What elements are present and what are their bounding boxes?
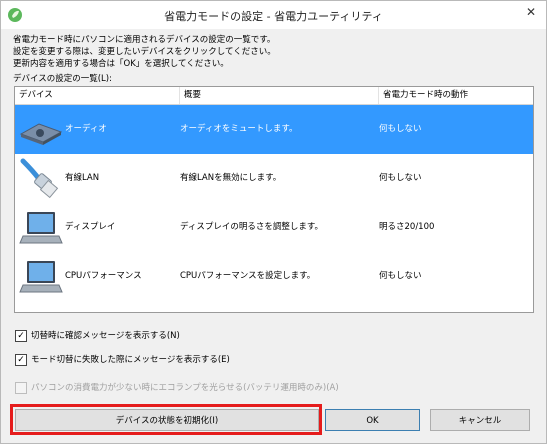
- dialog-window: 省電力モードの設定 - 省電力ユーティリティ ✕ 省電力モード時にパソコンに適用…: [0, 0, 547, 444]
- list-row-audio[interactable]: オーディオ オーディオをミュートします。 何もしない: [15, 105, 533, 154]
- ok-button[interactable]: OK: [325, 409, 420, 431]
- cancel-button[interactable]: キャンセル: [430, 409, 530, 431]
- eco-lamp-label: パソコンの消費電力が少ない時にエコランプを光らせる(バッテリ運用時のみ)(A): [31, 383, 339, 393]
- checkmark-icon[interactable]: ✓: [15, 329, 27, 342]
- eco-lamp-checkbox: パソコンの消費電力が少ない時にエコランプを光らせる(バッテリ運用時のみ)(A): [15, 381, 339, 395]
- fail-message-label: モード切替に失敗した際にメッセージを表示する(E): [31, 355, 230, 365]
- device-list[interactable]: デバイス 概要 省電力モード時の動作 オーディオ オーディオをミュートします。 …: [14, 86, 534, 313]
- window-title: 省電力モードの設定 - 省電力ユーティリティ: [164, 10, 383, 23]
- device-action: 何もしない: [379, 173, 422, 183]
- device-name: 有線LAN: [65, 173, 100, 183]
- description-text: 省電力モード時にパソコンに適用されるデバイスの設定の一覧です。 設定を変更する際…: [13, 34, 276, 70]
- column-header-action[interactable]: 省電力モード時の動作: [379, 87, 533, 104]
- list-header: デバイス 概要 省電力モード時の動作: [15, 87, 533, 105]
- laptop-cpu-icon: [19, 255, 63, 299]
- device-name: CPUパフォーマンス: [65, 271, 142, 281]
- laptop-icon: [19, 206, 63, 250]
- device-action: 何もしない: [379, 124, 422, 134]
- column-header-device[interactable]: デバイス: [15, 87, 180, 104]
- list-row-cpu[interactable]: CPUパフォーマンス CPUパフォーマンスを設定します。 何もしない: [15, 252, 533, 301]
- description-line: 設定を変更する際は、変更したいデバイスをクリックしてください。: [13, 47, 276, 57]
- fail-message-checkbox[interactable]: ✓ モード切替に失敗した際にメッセージを表示する(E): [15, 353, 230, 367]
- close-button[interactable]: ✕: [522, 3, 540, 21]
- device-list-label: デバイスの設定の一覧(L):: [13, 74, 112, 84]
- column-header-summary[interactable]: 概要: [180, 87, 379, 104]
- checkmark-icon[interactable]: ✓: [15, 353, 27, 366]
- device-action: 明るさ20/100: [379, 222, 435, 232]
- speaker-icon: [19, 108, 63, 152]
- title-bar: 省電力モードの設定 - 省電力ユーティリティ ✕: [1, 1, 546, 29]
- device-summary: ディスプレイの明るさを調整します。: [180, 222, 324, 232]
- device-name: ディスプレイ: [65, 222, 116, 232]
- description-line: 更新内容を適用する場合は「OK」を選択してください。: [13, 59, 229, 69]
- confirm-switch-label: 切替時に確認メッセージを表示する(N): [31, 331, 180, 341]
- device-name: オーディオ: [65, 124, 107, 134]
- list-row-lan[interactable]: 有線LAN 有線LANを無効にします。 何もしない: [15, 154, 533, 203]
- device-summary: CPUパフォーマンスを設定します。: [180, 271, 316, 281]
- device-summary: 有線LANを無効にします。: [180, 173, 282, 183]
- description-line: 省電力モード時にパソコンに適用されるデバイスの設定の一覧です。: [13, 35, 276, 45]
- device-action: 何もしない: [379, 271, 422, 281]
- confirm-switch-checkbox[interactable]: ✓ 切替時に確認メッセージを表示する(N): [15, 329, 180, 343]
- unchecked-box-icon: [15, 381, 27, 394]
- device-summary: オーディオをミュートします。: [180, 124, 298, 134]
- lan-cable-icon: [19, 157, 63, 201]
- highlight-frame: [10, 404, 322, 435]
- list-row-display[interactable]: ディスプレイ ディスプレイの明るさを調整します。 明るさ20/100: [15, 203, 533, 252]
